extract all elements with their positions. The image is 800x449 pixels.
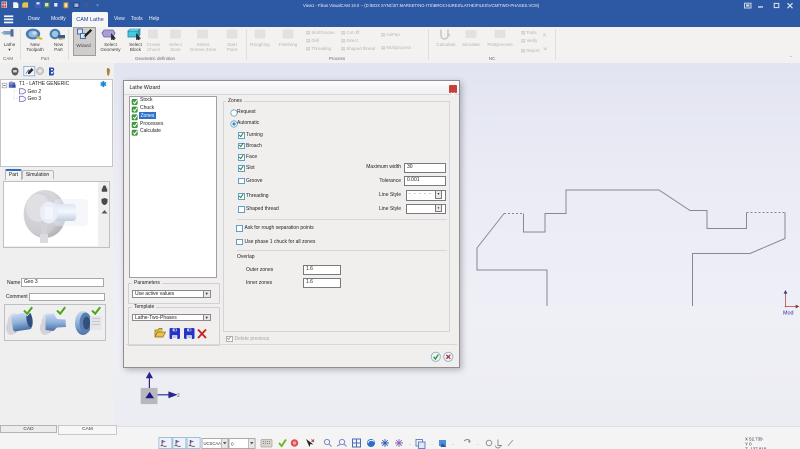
svg-text:0: 0 xyxy=(231,442,234,447)
svg-text:·: · xyxy=(409,442,411,448)
svg-text:UCSCAA: UCSCAA xyxy=(204,441,222,446)
svg-text:·: · xyxy=(452,442,454,448)
svg-text:Mod: Mod xyxy=(783,311,794,317)
svg-text:·: · xyxy=(431,442,433,448)
svg-text:z: z xyxy=(177,393,180,399)
svg-text:·: · xyxy=(477,442,479,448)
